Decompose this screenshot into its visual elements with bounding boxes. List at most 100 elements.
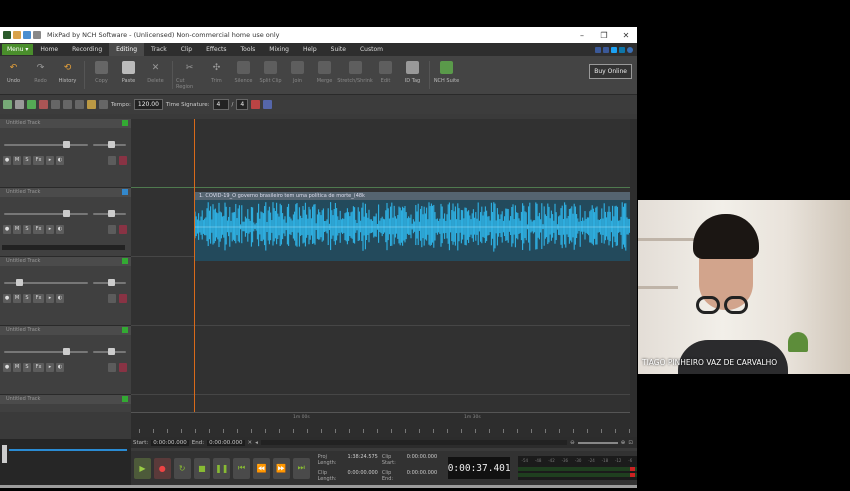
solo-button[interactable]: S xyxy=(23,294,31,303)
track-status-icon[interactable] xyxy=(122,120,128,126)
menu-custom[interactable]: Custom xyxy=(353,43,390,56)
expand-button[interactable]: ▸ xyxy=(46,363,54,372)
fast-forward-button[interactable]: ⏩ xyxy=(272,457,290,479)
edit-button[interactable]: Edit xyxy=(372,61,399,84)
zoom-out-icon[interactable]: ⊖ xyxy=(570,440,575,446)
twitter-icon[interactable] xyxy=(611,46,617,53)
volume-knob[interactable] xyxy=(63,348,70,355)
expand-button[interactable]: ▸ xyxy=(46,156,54,165)
edit-track-icon[interactable] xyxy=(108,363,116,372)
mute-button[interactable]: M xyxy=(13,225,21,234)
close-button[interactable]: ✕ xyxy=(615,31,637,40)
scroll-left-icon[interactable]: ◂ xyxy=(255,440,258,446)
effects-button[interactable]: Fx xyxy=(33,156,44,165)
mute-button[interactable]: M xyxy=(13,294,21,303)
volume-knob[interactable] xyxy=(63,210,70,217)
join-button[interactable]: Join xyxy=(284,61,311,84)
loop-button[interactable]: ↻ xyxy=(173,457,191,479)
monitor-button[interactable]: ◐ xyxy=(56,156,64,165)
save-icon[interactable] xyxy=(23,31,31,39)
menu-home[interactable]: Home xyxy=(33,43,65,56)
vertical-scrollbar[interactable] xyxy=(630,119,637,437)
beat-icon[interactable] xyxy=(87,100,96,109)
menu-help[interactable]: Help xyxy=(296,43,324,56)
delete-track-icon[interactable] xyxy=(119,294,127,303)
play-button[interactable]: ▶ xyxy=(134,457,151,479)
stretch-shrink-button[interactable]: Stretch/Shrink xyxy=(337,61,373,84)
track-header[interactable]: Untitled Track ● M S Fx ▸ ◐ xyxy=(0,188,131,257)
pause-button[interactable]: ❚❚ xyxy=(213,457,231,479)
minimize-button[interactable]: – xyxy=(571,31,593,40)
volume-knob[interactable] xyxy=(16,279,23,286)
track-status-icon[interactable] xyxy=(122,189,128,195)
audio-clip[interactable]: 1. COVID-19_O governo brasileiro tem uma… xyxy=(195,192,630,261)
thumbs-up-icon[interactable] xyxy=(595,46,601,53)
solo-button[interactable]: S xyxy=(23,363,31,372)
clip-settings-icon[interactable] xyxy=(63,100,72,109)
split-clip-button[interactable]: Split Clip xyxy=(257,61,284,84)
menu-tools[interactable]: Tools xyxy=(234,43,263,56)
maximize-button[interactable]: ❐ xyxy=(593,31,615,40)
mute-button[interactable]: M xyxy=(13,156,21,165)
pan-knob[interactable] xyxy=(108,348,115,355)
record-arm-button[interactable]: ● xyxy=(3,225,11,234)
track-status-icon[interactable] xyxy=(122,396,128,402)
menu-effects[interactable]: Effects xyxy=(199,43,233,56)
open-icon[interactable] xyxy=(13,31,21,39)
main-menu-button[interactable]: Menu ▾ xyxy=(2,44,34,55)
track-header[interactable]: Untitled Track ● M S Fx ▸ ◐ xyxy=(0,326,131,395)
pan-knob[interactable] xyxy=(108,141,115,148)
menu-clip[interactable]: Clip xyxy=(174,43,199,56)
buy-online-button[interactable]: Buy Online xyxy=(589,64,632,79)
merge-button[interactable]: Merge xyxy=(311,61,338,84)
help-icon[interactable] xyxy=(627,46,633,53)
volume-slider[interactable] xyxy=(4,213,88,215)
playhead[interactable] xyxy=(194,119,195,437)
timeline-area[interactable]: 1. COVID-19_O governo brasileiro tem uma… xyxy=(131,119,630,437)
delete-track-icon[interactable] xyxy=(119,156,127,165)
effects-button[interactable]: Fx xyxy=(33,225,44,234)
menu-editing[interactable]: Editing xyxy=(109,43,145,56)
track-header[interactable]: Untitled Track ● M S Fx ▸ ◐ xyxy=(0,257,131,326)
delete-track-icon[interactable] xyxy=(119,225,127,234)
trim-button[interactable]: ✣ Trim xyxy=(203,61,230,85)
zoom-in-icon[interactable]: ⊕ xyxy=(621,440,626,446)
menu-recording[interactable]: Recording xyxy=(65,43,109,56)
volume-knob[interactable] xyxy=(63,141,70,148)
add-file-icon[interactable] xyxy=(15,100,24,109)
delete-track-icon[interactable] xyxy=(119,363,127,372)
overview-strip[interactable] xyxy=(0,439,131,485)
go-start-button[interactable]: ⏮ xyxy=(233,457,251,479)
record-button[interactable]: ● xyxy=(153,457,171,479)
horizontal-scrollbar[interactable] xyxy=(260,440,568,445)
zoom-slider[interactable] xyxy=(577,441,618,444)
time-signature-denominator[interactable]: 4 xyxy=(236,99,249,110)
pan-knob[interactable] xyxy=(108,279,115,286)
menu-mixing[interactable]: Mixing xyxy=(262,43,296,56)
cut-region-button[interactable]: ✂ Cut Region xyxy=(176,61,203,91)
redo-button[interactable]: ↷ Redo xyxy=(27,61,54,85)
edit-track-icon[interactable] xyxy=(108,156,116,165)
overview-handle[interactable] xyxy=(2,445,7,463)
facebook-icon[interactable] xyxy=(603,46,609,53)
monitor-button[interactable]: ◐ xyxy=(56,294,64,303)
edit-track-icon[interactable] xyxy=(108,294,116,303)
record-arm-button[interactable]: ● xyxy=(3,156,11,165)
edit-track-icon[interactable] xyxy=(108,225,116,234)
track-settings-icon[interactable] xyxy=(51,100,60,109)
volume-slider[interactable] xyxy=(4,351,88,353)
expand-button[interactable]: ▸ xyxy=(46,225,54,234)
volume-slider[interactable] xyxy=(4,144,88,146)
id-tag-button[interactable]: ID Tag xyxy=(399,61,426,84)
menu-track[interactable]: Track xyxy=(144,43,174,56)
record-arm-button[interactable]: ● xyxy=(3,294,11,303)
record-track-icon[interactable] xyxy=(27,100,36,109)
remove-track-icon[interactable] xyxy=(39,100,48,109)
history-button[interactable]: ⟲ History xyxy=(54,61,81,85)
effects-button[interactable]: Fx xyxy=(33,363,44,372)
copy-button[interactable]: Copy xyxy=(88,61,115,84)
nch-suite-button[interactable]: NCH Suite xyxy=(433,61,460,84)
clear-selection-icon[interactable]: ✕ xyxy=(248,440,253,446)
undo-quick-icon[interactable] xyxy=(33,31,41,39)
pan-knob[interactable] xyxy=(108,210,115,217)
